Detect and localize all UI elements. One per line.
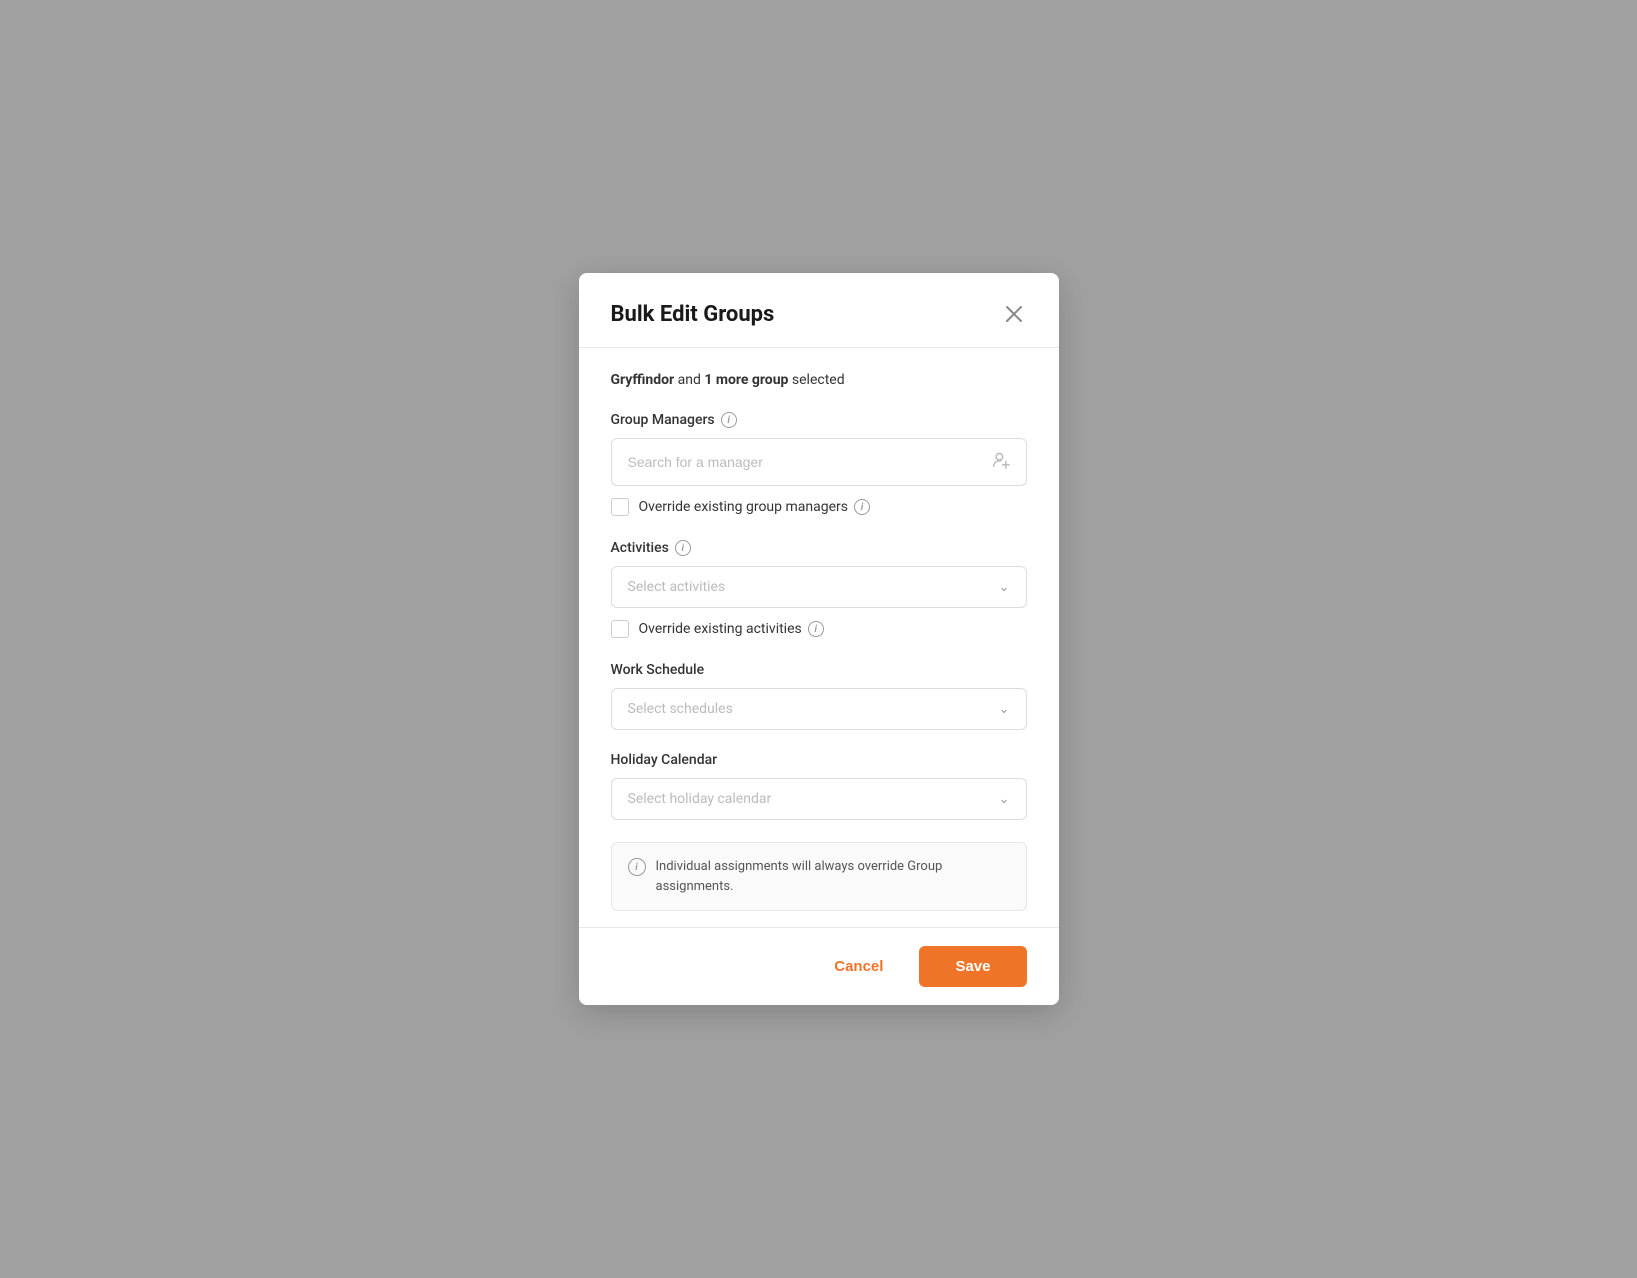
close-icon [1005,305,1023,323]
manager-search-input[interactable] [628,454,992,470]
work-schedule-dropdown[interactable]: Select schedules ⌄ [611,688,1027,730]
override-managers-label: Override existing group managers i [639,499,870,515]
manager-search-field[interactable] [611,438,1027,486]
modal-footer: Cancel Save [579,927,1059,1005]
person-add-icon [992,451,1010,473]
activities-chevron-icon: ⌄ [999,580,1010,595]
work-schedule-label-text: Work Schedule [611,662,705,678]
override-activities-row: Override existing activities i [611,620,1027,638]
holiday-calendar-placeholder: Select holiday calendar [628,791,772,807]
work-schedule-chevron-icon: ⌄ [999,702,1010,717]
group-managers-label: Group Managers i [611,412,1027,428]
override-managers-info-icon: i [854,499,870,515]
activities-info-icon: i [675,540,691,556]
override-activities-info-icon: i [808,621,824,637]
more-groups-text: 1 more group [704,372,788,388]
group-managers-label-text: Group Managers [611,412,715,428]
activities-label: Activities i [611,540,1027,556]
modal-overlay: Bulk Edit Groups Gryffindor and 1 more g… [0,0,1637,1278]
bulk-edit-modal: Bulk Edit Groups Gryffindor and 1 more g… [579,273,1059,1005]
activities-label-text: Activities [611,540,669,556]
group-managers-section: Group Managers i [611,412,1027,516]
override-managers-label-text: Override existing group managers [639,499,848,515]
modal-body: Gryffindor and 1 more group selected Gro… [579,348,1059,927]
info-box-icon: i [628,858,646,876]
override-activities-label-text: Override existing activities [639,621,802,637]
work-schedule-label: Work Schedule [611,662,1027,678]
cancel-button[interactable]: Cancel [814,948,903,985]
override-activities-label: Override existing activities i [639,621,824,637]
holiday-calendar-label-text: Holiday Calendar [611,752,718,768]
work-schedule-placeholder: Select schedules [628,701,733,717]
override-managers-checkbox[interactable] [611,498,629,516]
group-managers-info-icon: i [721,412,737,428]
modal-header: Bulk Edit Groups [579,273,1059,348]
activities-placeholder: Select activities [628,579,726,595]
and-text: and [674,372,704,388]
info-box-text: Individual assignments will always overr… [656,857,1010,896]
close-button[interactable] [1001,301,1027,327]
info-box: i Individual assignments will always ove… [611,842,1027,911]
selection-info: Gryffindor and 1 more group selected [611,372,1027,388]
work-schedule-section: Work Schedule Select schedules ⌄ [611,662,1027,730]
holiday-calendar-dropdown[interactable]: Select holiday calendar ⌄ [611,778,1027,820]
selected-text: selected [788,372,844,388]
override-activities-checkbox[interactable] [611,620,629,638]
modal-title: Bulk Edit Groups [611,302,775,327]
activities-dropdown[interactable]: Select activities ⌄ [611,566,1027,608]
holiday-calendar-chevron-icon: ⌄ [999,792,1010,807]
holiday-calendar-section: Holiday Calendar Select holiday calendar… [611,752,1027,820]
activities-section: Activities i Select activities ⌄ Overrid… [611,540,1027,638]
selected-group-name: Gryffindor [611,372,675,388]
holiday-calendar-label: Holiday Calendar [611,752,1027,768]
override-managers-row: Override existing group managers i [611,498,1027,516]
save-button[interactable]: Save [919,946,1026,987]
